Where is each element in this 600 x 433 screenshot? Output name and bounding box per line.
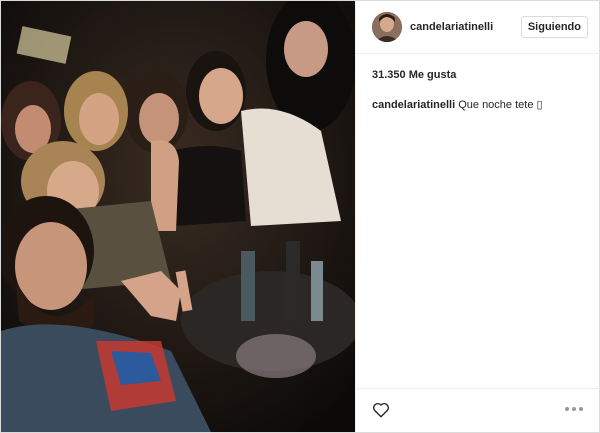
post-caption: candelariatinelli Que noche tete ▯ — [372, 98, 588, 112]
caption-username[interactable]: candelariatinelli — [372, 99, 455, 111]
caption-text: Que noche tete ▯ — [458, 99, 543, 111]
following-button[interactable]: Siguiendo — [520, 16, 588, 38]
post-username[interactable]: candelariatinelli — [410, 21, 521, 33]
avatar-image — [372, 12, 402, 42]
likes-count[interactable]: 31.350 Me gusta — [372, 69, 456, 81]
more-options-icon[interactable] — [564, 406, 584, 412]
heart-outline-icon[interactable] — [372, 401, 390, 419]
avatar[interactable] — [372, 12, 402, 42]
party-group-photo — [1, 1, 355, 432]
instagram-post: candelariatinelli Siguiendo 31.350 Me gu… — [0, 0, 600, 433]
post-sidebar: candelariatinelli Siguiendo 31.350 Me gu… — [355, 1, 600, 432]
post-header: candelariatinelli Siguiendo — [356, 1, 600, 54]
post-photo[interactable] — [1, 1, 355, 432]
post-actions — [356, 388, 600, 432]
